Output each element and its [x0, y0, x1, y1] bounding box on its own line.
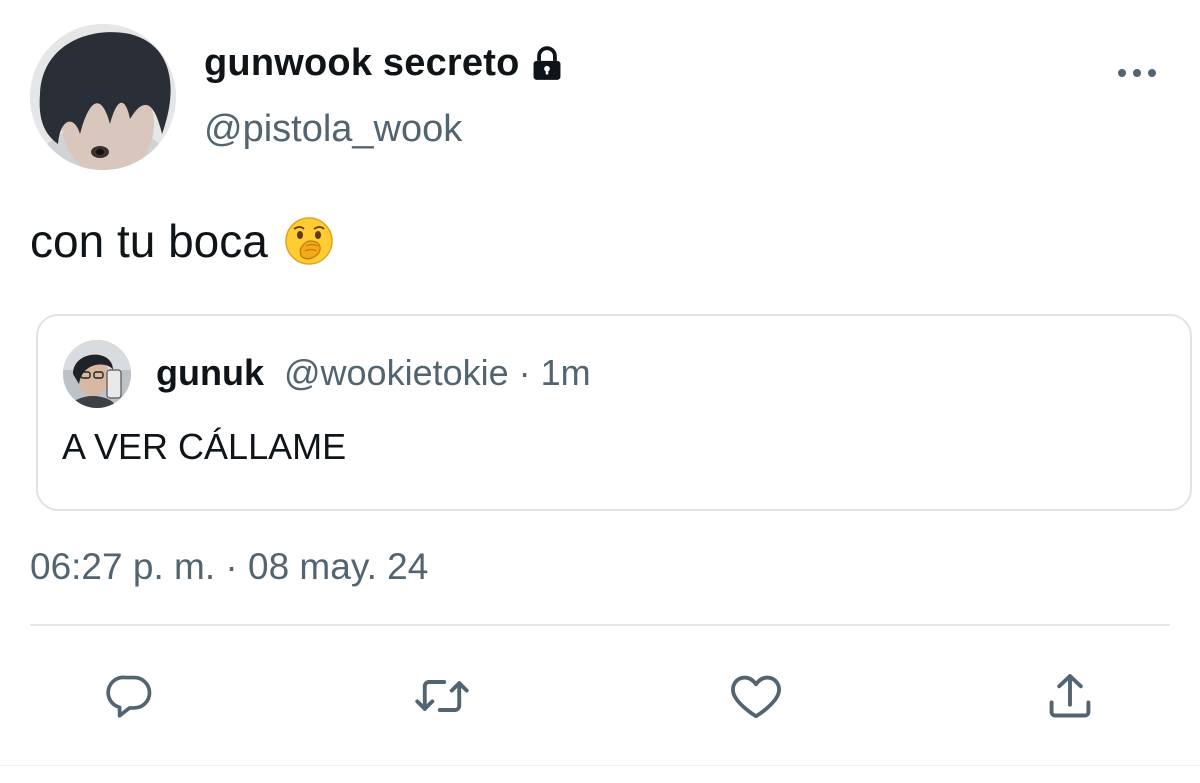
quoted-separator: · — [518, 352, 531, 393]
avatar-photo — [63, 340, 131, 408]
more-options-button[interactable] — [1112, 58, 1162, 88]
hand-over-mouth-emoji-icon — [284, 216, 334, 266]
share-icon — [1049, 674, 1091, 718]
avatar-photo — [30, 24, 176, 170]
author-display-name[interactable]: gunwook secreto — [204, 42, 566, 85]
tweet-text-content: con tu boca — [30, 215, 268, 267]
reply-icon — [106, 675, 152, 718]
divider — [30, 624, 1170, 626]
quoted-header: gunuk @wookietokie · 1m — [156, 352, 591, 394]
more-icon — [1118, 69, 1156, 77]
quoted-display-name[interactable]: gunuk — [156, 352, 264, 394]
author-avatar[interactable] — [30, 24, 176, 170]
quoted-handle[interactable]: @wookietokie — [284, 352, 509, 394]
like-button[interactable] — [728, 668, 784, 724]
quoted-text: A VER CÁLLAME — [62, 426, 347, 467]
quoted-tweet-card[interactable]: gunuk @wookietokie · 1m A VER CÁLLAME — [36, 314, 1192, 511]
reply-button[interactable] — [102, 668, 158, 724]
share-button[interactable] — [1042, 668, 1098, 724]
tweet-text: con tu boca — [30, 214, 334, 268]
tweet-timestamp[interactable]: 06:27 p. m. · 08 may. 24 — [30, 546, 428, 588]
retweet-button[interactable] — [414, 668, 470, 724]
bottom-divider — [0, 765, 1200, 766]
quoted-time[interactable]: 1m — [541, 352, 591, 394]
quoted-avatar[interactable] — [63, 340, 131, 408]
like-icon — [731, 675, 781, 719]
author-handle[interactable]: @pistola_wook — [204, 108, 462, 151]
display-name-text: gunwook secreto — [204, 42, 520, 84]
retweet-icon — [415, 680, 469, 712]
lock-icon — [528, 45, 566, 83]
